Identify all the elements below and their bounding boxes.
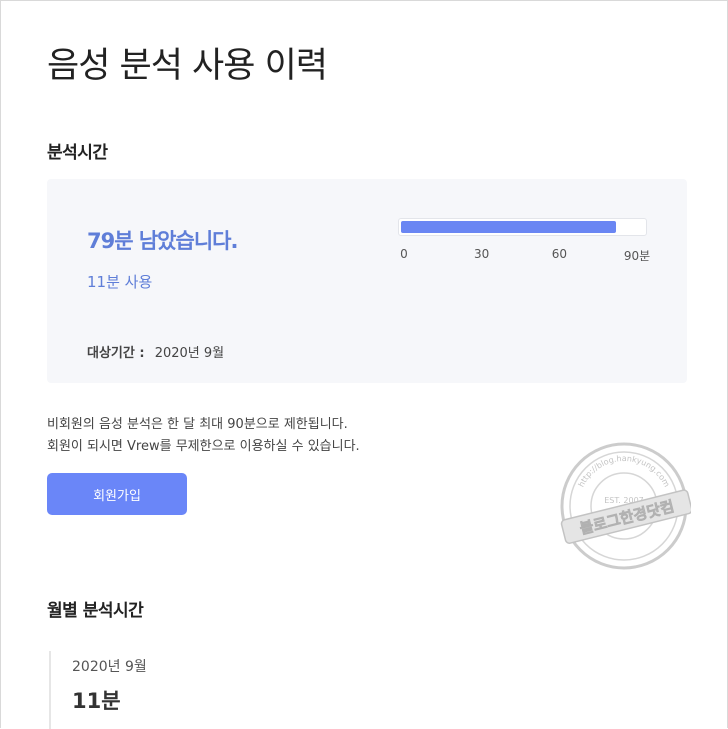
- target-period-value: 2020년 9월: [154, 346, 225, 361]
- analysis-time-heading: 분석시간: [47, 143, 108, 163]
- page-title: 음성 분석 사용 이력: [47, 46, 328, 86]
- progress-tick-label: 90분: [623, 249, 651, 263]
- target-period-label: 대상기간 :: [87, 346, 145, 361]
- usage-card: 79분 남았습니다. 11분 사용 대상기간 : 2020년 9월 0 30 6…: [47, 179, 687, 383]
- usage-progress-bar: [398, 218, 647, 236]
- monthly-entry-date: 2020년 9월: [72, 659, 147, 675]
- progress-tick-label: 60: [551, 247, 567, 261]
- svg-text:http://blog.hankyung.com: http://blog.hankyung.com: [577, 454, 672, 489]
- progress-tick-label: 0: [400, 247, 408, 261]
- signup-button[interactable]: 회원가입: [47, 473, 187, 515]
- monthly-analysis-heading: 월별 분석시간: [47, 601, 144, 621]
- watermark-url-text: http://blog.hankyung.com: [577, 454, 672, 489]
- used-time-text: 11분 사용: [87, 273, 153, 291]
- limit-notice-line: 비회원의 음성 분석은 한 달 최대 90분으로 제한됩니다.: [47, 417, 348, 432]
- limit-notice-line: 회원이 되시면 Vrew를 무제한으로 이용하실 수 있습니다.: [47, 439, 360, 454]
- progress-tick-label: 30: [474, 247, 490, 261]
- monthly-entry-value: 11분: [72, 689, 121, 713]
- remaining-time-text: 79분 남았습니다.: [87, 229, 238, 253]
- monthly-entry: 2020년 9월 11분: [49, 651, 349, 729]
- usage-progress-fill: [401, 221, 616, 233]
- target-period: 대상기간 : 2020년 9월: [87, 342, 224, 361]
- limit-notice: 비회원의 음성 분석은 한 달 최대 90분으로 제한됩니다. 회원이 되시면 …: [47, 414, 360, 458]
- blog-watermark-stamp: http://blog.hankyung.com EST. 2007 블로그한경…: [560, 442, 691, 570]
- app-frame: 음성 분석 사용 이력 분석시간 79분 남았습니다. 11분 사용 대상기간 …: [0, 0, 728, 729]
